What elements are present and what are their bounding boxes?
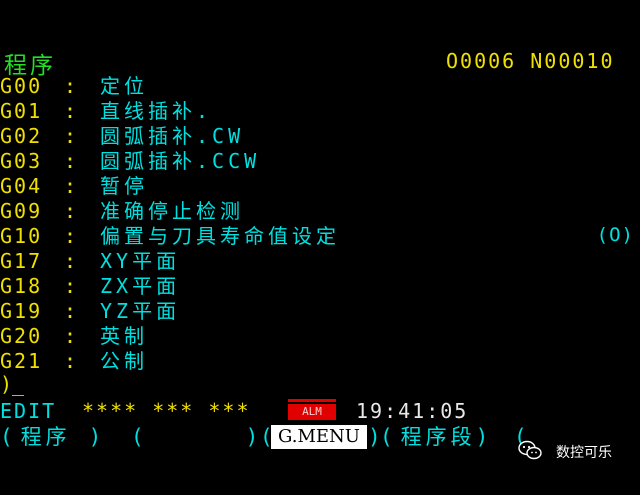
gcode-code: G19 [0,299,43,323]
gcode-code: G00 [0,74,43,98]
program-number: O0006 N00010 [446,49,615,73]
gcode-colon: : [64,324,77,348]
gcode-description: 暂停 [100,174,148,198]
gcode-row: G02: 圆弧插补.CW [0,124,600,149]
watermark: 数控可乐 [518,438,612,466]
gcode-row: G17: XY平面 [0,249,600,274]
gcode-description: YZ平面 [100,299,181,323]
gcode-description: 圆弧插补.CW [100,124,245,148]
softkey-1-label: 程序 [20,425,71,449]
gcode-row: G20: 英制 [0,324,600,349]
gcode-row: G04: 暂停 [0,174,600,199]
clock: 19:41:05 [356,399,469,423]
gcode-description: 直线插补. [100,99,213,123]
gcode-description: 定位 [100,74,148,98]
gcode-row: G00: 定位 [0,74,600,99]
gcode-description: 偏置与刀具寿命值设定 [100,224,340,248]
side-label: (O) [596,224,634,246]
gcode-colon: : [64,224,77,248]
gcode-colon: : [64,174,77,198]
status-stars: **** *** *** [82,399,251,423]
gcode-description: 公制 [100,349,148,373]
gcode-code: G01 [0,99,43,123]
gcode-code: G21 [0,349,43,373]
softkey-2[interactable]: () [131,424,258,450]
gcode-code: G09 [0,199,43,223]
gcode-row: G09: 准确停止检测 [0,199,600,224]
input-prompt[interactable]: )_ [0,372,24,396]
gcode-description: 圆弧插补.CCW [100,149,261,173]
alarm-indicator: ALM [288,404,336,420]
gcode-row: G01: 直线插补. [0,99,600,124]
gcode-row: G03: 圆弧插补.CCW [0,149,600,174]
softkey-4-label: 程序段 [400,425,476,449]
gcode-colon: : [64,99,77,123]
gcode-colon: : [64,349,77,373]
mode-indicator: EDIT [0,399,57,423]
gcode-description: XY平面 [100,249,181,273]
softkey-4[interactable]: (程序段) [380,424,488,450]
gcode-colon: : [64,199,77,223]
gcode-code: G04 [0,174,43,198]
gcode-code: G02 [0,124,43,148]
gcode-row: G10: 偏置与刀具寿命值设定 [0,224,600,249]
softkey-3-close: ) [368,425,381,449]
gcode-colon: : [64,299,77,323]
watermark-text: 数控可乐 [556,445,612,461]
softkey-1[interactable]: (程序) [0,424,101,450]
alarm-bar [288,399,336,402]
gcode-description: 准确停止检测 [100,199,244,223]
gcode-code: G17 [0,249,43,273]
gcode-colon: : [64,149,77,173]
gcode-code: G20 [0,324,43,348]
gcode-row: G21: 公制 [0,349,600,374]
gcode-code: G10 [0,224,43,248]
gcode-colon: : [64,274,77,298]
gcode-row: G19: YZ平面 [0,299,600,324]
gcode-colon: : [64,124,77,148]
softkey-3-gmenu[interactable]: G.MENU [271,425,367,449]
gcode-description: 英制 [100,324,148,348]
gcode-row: G18: ZX平面 [0,274,600,299]
gcode-code: G03 [0,149,43,173]
gcode-code: G18 [0,274,43,298]
gcode-colon: : [64,74,77,98]
gcode-colon: : [64,249,77,273]
wechat-icon [518,440,542,460]
gcode-description: ZX平面 [100,274,181,298]
